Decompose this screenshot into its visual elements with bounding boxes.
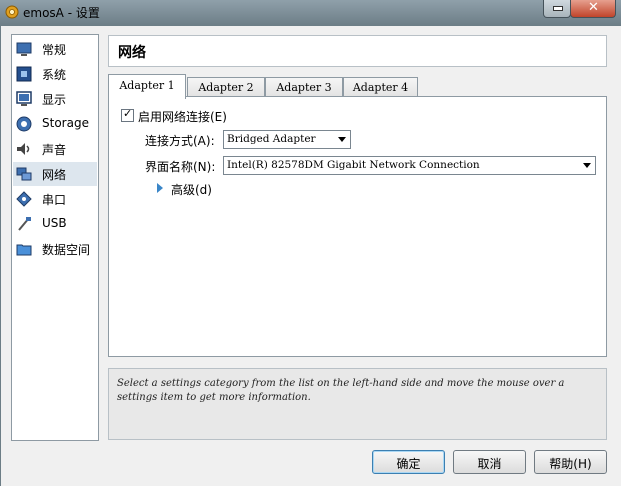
cancel-button-label: 取消 [477, 457, 502, 471]
sidebar-item-general[interactable]: 常规 [13, 37, 97, 61]
system-chip-icon [16, 66, 32, 82]
ok-button-label: 确定 [396, 457, 421, 471]
sidebar-item-label: 常规 [42, 43, 67, 57]
title-bar[interactable]: emosA - 设置 ✕ [0, 0, 621, 26]
sidebar-item-label: 系统 [42, 68, 67, 82]
settings-category-list[interactable]: 常规 系统 显示 Storage 声音 网络 串口 USB 数据空间 [11, 34, 99, 441]
sidebar-item-label: 声音 [42, 143, 67, 157]
sidebar-item-serial-port[interactable]: 串口 [13, 187, 97, 211]
window-title: emosA - 设置 [23, 6, 100, 20]
sidebar-item-label: 数据空间 [42, 243, 91, 257]
sidebar-item-label: USB [42, 216, 67, 230]
help-button-label: 帮助(H) [549, 457, 592, 471]
shared-folder-icon [16, 244, 32, 256]
sidebar-item-label: 串口 [42, 193, 67, 207]
attached-to-select[interactable]: Bridged Adapter [223, 130, 351, 149]
info-description-box: Select a settings category from the list… [108, 368, 607, 440]
usb-icon [18, 217, 31, 231]
adapter-settings-panel: ✓ 启用网络连接(E) 连接方式(A): Bridged Adapter 界面名… [108, 96, 607, 357]
display-monitor-icon [16, 91, 32, 106]
expand-arrow-icon[interactable] [157, 183, 163, 193]
attached-to-label: 连接方式(A): [145, 134, 215, 148]
tab-adapter-1[interactable]: Adapter 1 [108, 74, 186, 99]
adapter-name-label: 界面名称(N): [145, 160, 216, 174]
sidebar-item-shared-folders[interactable]: 数据空间 [13, 237, 97, 261]
enable-network-checkbox[interactable]: ✓ [121, 107, 134, 122]
cancel-button[interactable]: 取消 [453, 450, 526, 474]
attached-to-value: Bridged Adapter [227, 133, 316, 145]
sidebar-item-audio[interactable]: 声音 [13, 137, 97, 161]
sidebar-item-label: 网络 [42, 168, 67, 182]
tab-label: Adapter 1 [119, 79, 175, 92]
general-monitor-icon [16, 42, 32, 56]
chevron-down-icon [338, 137, 346, 142]
sidebar-item-usb[interactable]: USB [13, 212, 97, 236]
chevron-down-icon [583, 163, 591, 168]
tab-label: Adapter 3 [276, 81, 332, 94]
speaker-icon [17, 143, 30, 155]
page-title-box: 网络 [108, 35, 607, 67]
enable-network-label[interactable]: 启用网络连接(E) [138, 108, 227, 125]
close-button[interactable]: ✕ [570, 0, 616, 18]
advanced-toggle[interactable]: 高级(d) [171, 181, 212, 198]
sidebar-item-display[interactable]: 显示 [13, 87, 97, 111]
tab-label: Adapter 2 [198, 81, 254, 94]
network-icon [16, 167, 32, 181]
serial-port-icon [16, 191, 32, 207]
tab-label: Adapter 4 [352, 81, 409, 94]
tab-adapter-4[interactable]: Adapter 4 [343, 77, 418, 98]
storage-disk-icon [16, 116, 32, 132]
adapter-name-value: Intel(R) 82578DM Gigabit Network Connect… [227, 159, 480, 171]
sidebar-item-label: 显示 [42, 93, 67, 107]
info-text: Select a settings category from the list… [117, 378, 565, 403]
gear-icon [5, 5, 19, 19]
sidebar-item-system[interactable]: 系统 [13, 62, 97, 86]
help-button[interactable]: 帮助(H) [534, 450, 607, 474]
page-title: 网络 [118, 45, 146, 61]
sidebar-item-network[interactable]: 网络 [13, 162, 97, 186]
dialog-body: 常规 系统 显示 Storage 声音 网络 串口 USB 数据空间 网络 Ad… [0, 26, 621, 486]
tab-adapter-3[interactable]: Adapter 3 [265, 77, 343, 98]
ok-button[interactable]: 确定 [372, 450, 445, 474]
adapter-name-select[interactable]: Intel(R) 82578DM Gigabit Network Connect… [223, 156, 596, 175]
checkmark-icon: ✓ [123, 107, 133, 120]
minimize-icon [553, 6, 563, 11]
tab-adapter-2[interactable]: Adapter 2 [187, 77, 265, 98]
sidebar-item-label: Storage [42, 116, 89, 130]
minimize-button[interactable] [543, 0, 571, 18]
sidebar-item-storage[interactable]: Storage [13, 112, 97, 136]
close-icon: ✕ [588, 0, 599, 15]
